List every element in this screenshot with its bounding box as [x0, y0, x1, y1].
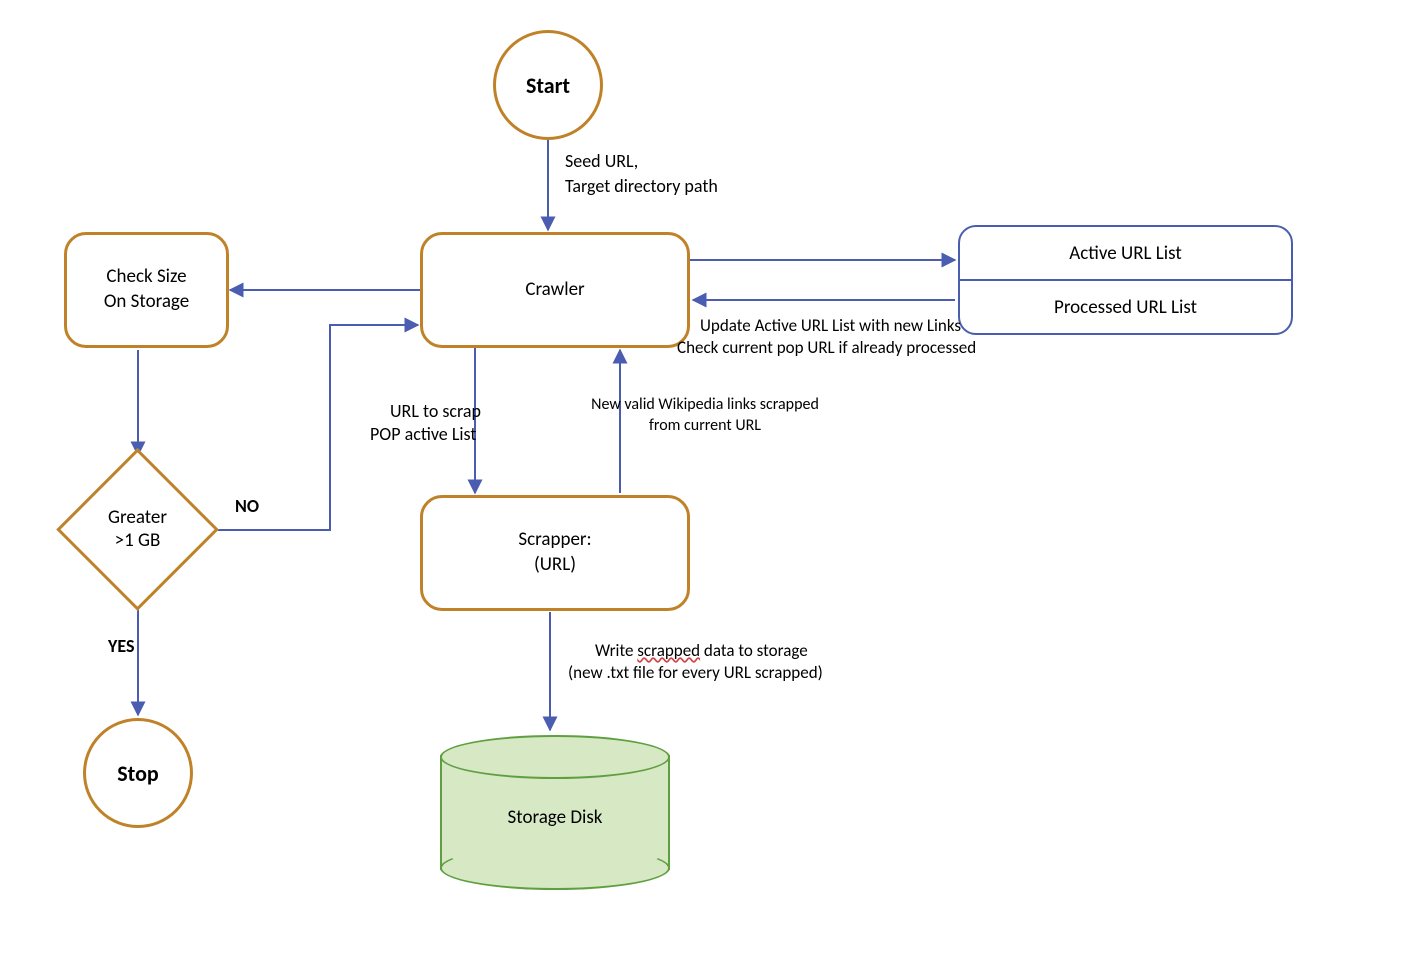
- anno-seed-url-l1: Seed URL,: [565, 150, 638, 173]
- node-storage-disk: Storage Disk: [440, 735, 670, 890]
- write-storage-prefix: Write: [595, 640, 637, 661]
- node-url-lists: Active URL List Processed URL List: [958, 225, 1293, 335]
- anno-write-storage-l1: Write scrapped data to storage: [595, 640, 808, 661]
- anno-decision-no: NO: [235, 495, 259, 518]
- node-crawler: Crawler: [420, 232, 690, 348]
- url-list-processed-row: Processed URL List: [960, 281, 1291, 333]
- anno-write-storage-l2: (new .txt file for every URL scrapped): [568, 662, 823, 683]
- node-start: Start: [493, 30, 603, 140]
- node-check-size: Check Size On Storage: [64, 232, 229, 348]
- scrapper-line2: (URL): [534, 553, 576, 578]
- anno-seed-url-l2: Target directory path: [565, 175, 718, 198]
- node-scrapper: Scrapper: (URL): [420, 495, 690, 611]
- write-storage-suffix: data to storage: [700, 640, 808, 661]
- anno-new-links-l1: New valid Wikipedia links scrapped: [555, 395, 855, 415]
- url-list-active-row: Active URL List: [960, 227, 1291, 279]
- storage-label: Storage Disk: [440, 806, 670, 829]
- anno-update-list-l1: Update Active URL List with new Links: [700, 315, 961, 336]
- anno-url-to-scrap-l2: POP active List: [370, 423, 476, 446]
- anno-update-list-l2: Check current pop URL if already process…: [677, 337, 976, 358]
- anno-decision-yes: YES: [108, 635, 134, 658]
- flowchart-canvas: Start Crawler Check Size On Storage Grea…: [0, 0, 1402, 976]
- node-stop: Stop: [83, 718, 193, 828]
- write-storage-squiggle: scrapped: [637, 640, 700, 661]
- anno-new-links-l2: from current URL: [555, 416, 855, 436]
- node-decision-diamond: Greater >1 GB: [80, 472, 195, 587]
- anno-url-to-scrap-l1: URL to scrap: [390, 400, 481, 423]
- edges-layer: [0, 0, 1402, 976]
- scrapper-line1: Scrapper:: [518, 528, 591, 553]
- decision-label: Greater >1 GB: [80, 472, 195, 587]
